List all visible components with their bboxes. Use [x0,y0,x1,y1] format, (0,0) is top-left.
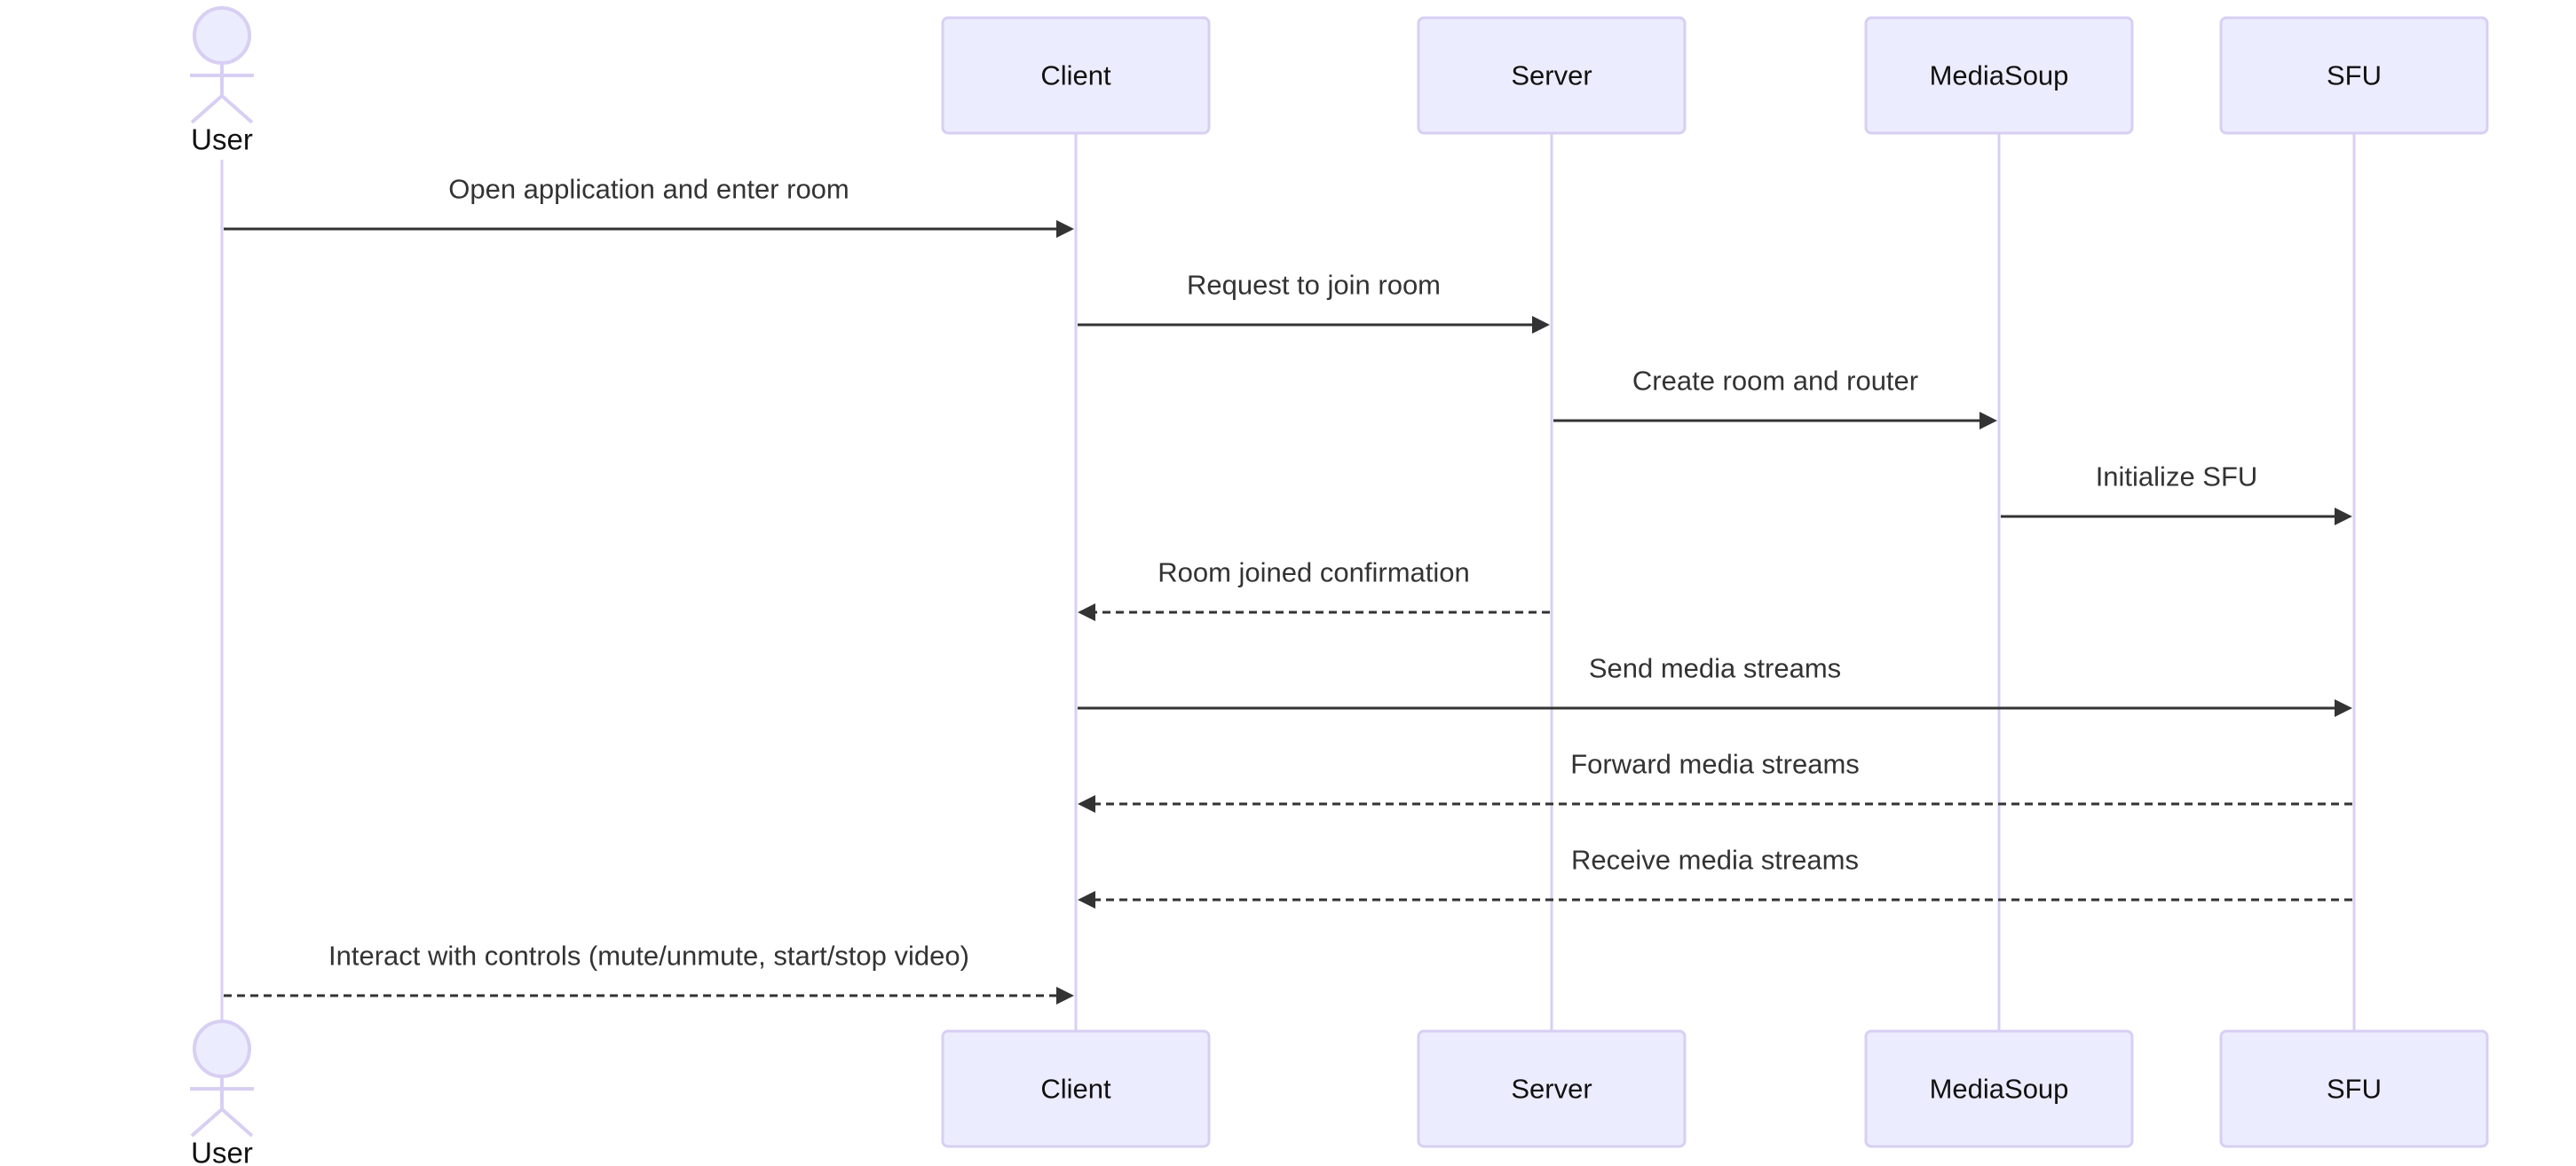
participant-mediasoup-bottom: MediaSoup [1864,1029,2134,1148]
arrowhead-icon [1979,412,1997,429]
actor-leg-right [220,94,254,124]
arrowhead-icon [1078,603,1095,621]
message: Receive media streams [1078,845,2352,909]
message: Open application and enter room [224,174,1074,238]
message: Interact with controls (mute/unmute, sta… [224,941,1074,1004]
participant-label: SFU [2327,60,2382,91]
participants-bottom: User Client Server MediaSoup SFU [190,1020,2489,1166]
participant-sfu-top: SFU [2219,16,2489,135]
messages: Open application and enter room Request t… [224,174,2352,1004]
message: Create room and router [1553,366,1997,429]
message-label: Request to join room [1187,270,1441,301]
actor-leg-right [220,1107,254,1138]
participant-label: MediaSoup [1930,1074,2069,1105]
message-label: Create room and router [1632,366,1918,397]
arrowhead-icon [2335,699,2352,717]
message-label: Initialize SFU [2096,461,2258,492]
sequence-diagram: User Client Server MediaSoup SFU User Client S… [190,6,2489,1166]
actor-head-icon [193,1020,251,1078]
message-label: Open application and enter room [448,174,849,205]
participant-label: Server [1511,1074,1592,1105]
participant-server-top: Server [1417,16,1687,135]
message: Send media streams [1078,653,2352,717]
arrowhead-icon [1078,891,1095,909]
participant-label: Server [1511,60,1592,91]
actor-leg-left [190,1107,224,1138]
participant-server-bottom: Server [1417,1029,1687,1148]
message: Request to join room [1078,270,1550,334]
actor-top: User [190,6,254,156]
participant-mediasoup-top: MediaSoup [1864,16,2134,135]
message-label: Receive media streams [1571,845,1859,876]
message: Initialize SFU [2001,461,2352,525]
message-label: Room joined confirmation [1158,557,1470,588]
actor-leg-left [190,94,224,124]
actor-label: User [191,123,253,156]
participant-label: Client [1040,60,1111,91]
arrowhead-icon [1056,220,1074,238]
message-label: Forward media streams [1570,749,1860,780]
arrowhead-icon [2335,508,2352,525]
actor-label: User [191,1137,253,1166]
actor-head-icon [193,6,251,65]
arrowhead-icon [1078,795,1095,813]
participant-label: MediaSoup [1930,60,2069,91]
participants-top: User Client Server MediaSoup SFU [190,6,2489,156]
participant-client-bottom: Client [941,1029,1211,1148]
message: Room joined confirmation [1078,557,1550,621]
message-label: Interact with controls (mute/unmute, sta… [328,941,969,972]
participant-label: Client [1040,1074,1111,1105]
participant-client-top: Client [941,16,1211,135]
arrowhead-icon [1532,316,1550,334]
arrowhead-icon [1056,987,1074,1004]
participant-sfu-bottom: SFU [2219,1029,2489,1148]
participant-label: SFU [2327,1074,2382,1105]
actor-bottom: User [190,1020,254,1166]
message: Forward media streams [1078,749,2352,813]
message-label: Send media streams [1589,653,1841,684]
